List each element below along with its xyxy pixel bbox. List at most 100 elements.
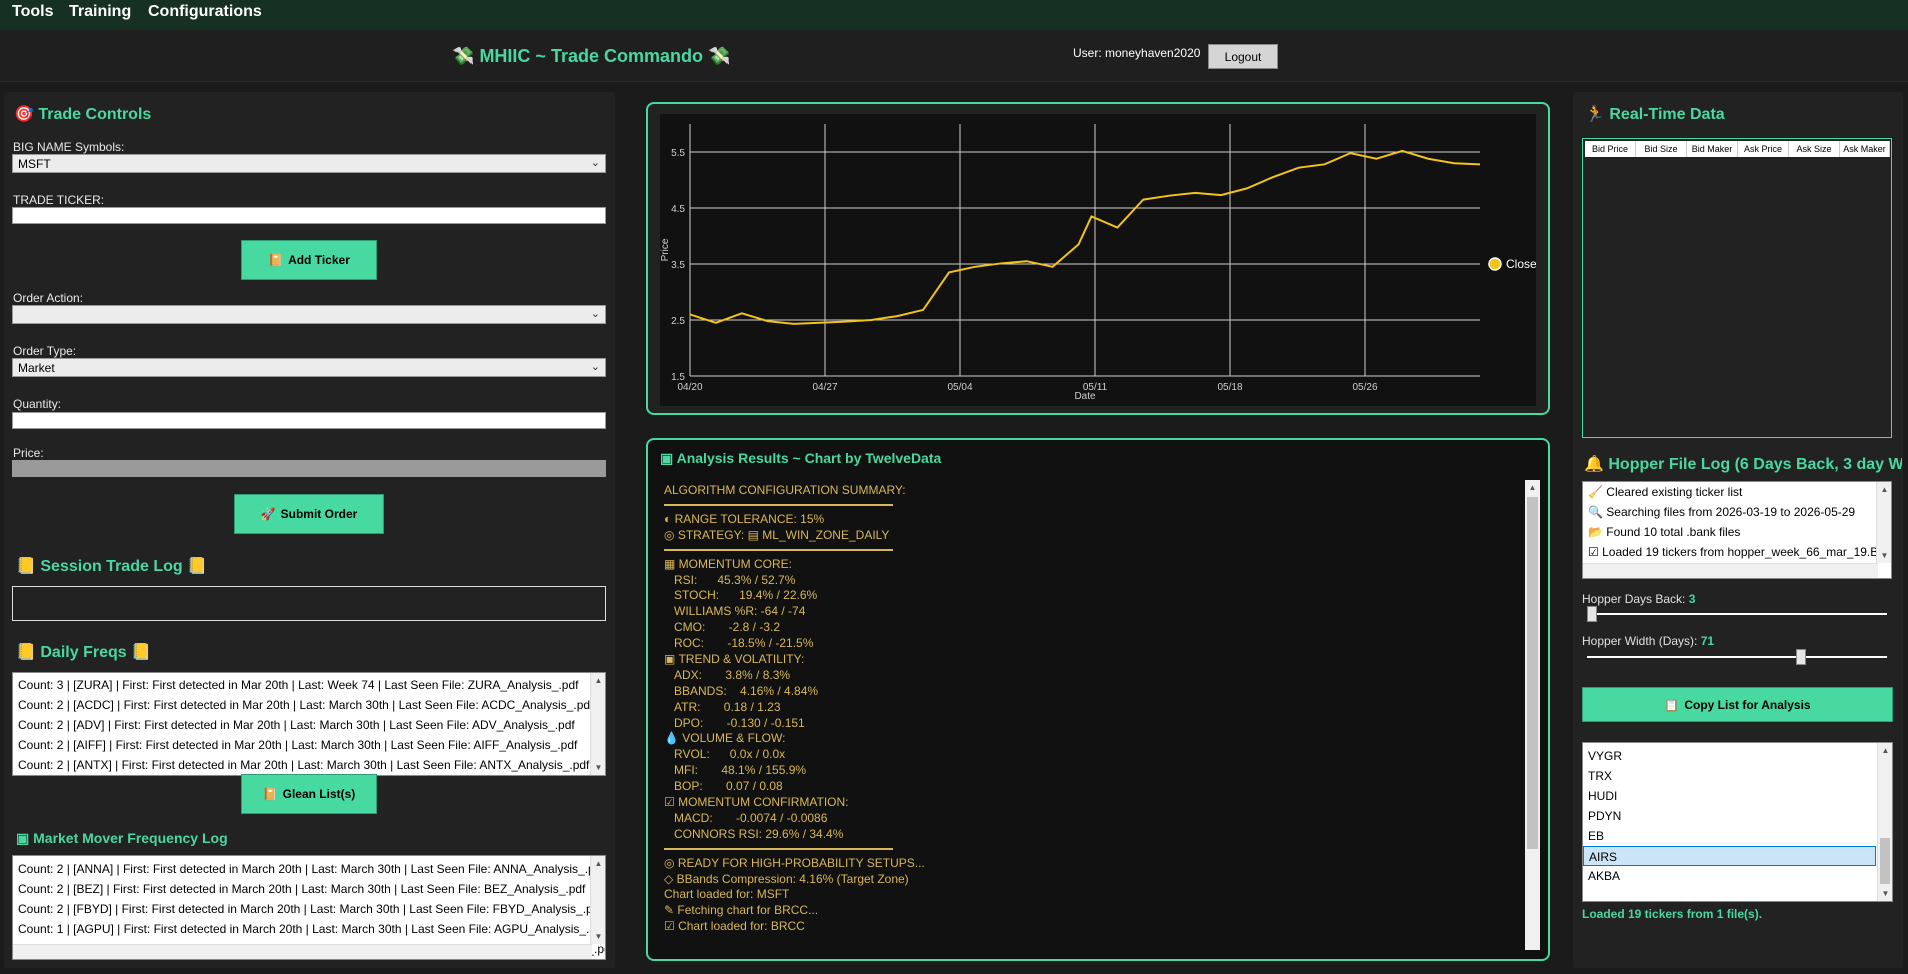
- order-type-select[interactable]: Market ⌄: [12, 358, 606, 377]
- rocket-icon: 🚀: [260, 507, 276, 521]
- slider-handle[interactable]: [1795, 649, 1806, 665]
- trend-vol-header: ▣ TREND & VOLATILITY:: [664, 652, 1514, 668]
- logout-button[interactable]: Logout: [1208, 44, 1278, 69]
- folder-icon: 📂: [1588, 525, 1607, 539]
- pen-icon: ✎: [664, 903, 678, 918]
- realtime-table[interactable]: Bid Price Bid Size Bid Maker Ask Price A…: [1582, 138, 1892, 438]
- session-log-box[interactable]: [12, 586, 606, 621]
- list-item[interactable]: Count: 3 | [ZURA] | First: First detecte…: [13, 675, 605, 695]
- scroll-down-icon[interactable]: ▼: [1877, 548, 1891, 563]
- analysis-output: ALGORITHM CONFIGURATION SUMMARY: ◐ RANGE…: [664, 483, 1514, 935]
- runner-icon: 🏃: [1585, 106, 1605, 123]
- log-line: 📂 Found 10 total .bank files: [1583, 522, 1891, 542]
- column-header[interactable]: Ask Price: [1738, 141, 1789, 157]
- market-mover-title-text: Market Mover Frequency Log: [33, 830, 228, 846]
- analysis-scrollbar[interactable]: ▲: [1525, 480, 1540, 950]
- log-text: Searching files from 2026-03-19 to 2026-…: [1606, 505, 1856, 519]
- droplet-icon: 💧: [664, 731, 683, 746]
- adx-line: ADX: 3.8% / 8.3%: [674, 667, 791, 682]
- scroll-up-icon[interactable]: ▲: [591, 856, 605, 871]
- list-item[interactable]: Count: 2 | [AIFF] | First: First detecte…: [13, 735, 605, 755]
- target-icon: ◎: [664, 527, 678, 542]
- ticker-item-selected[interactable]: AIRS: [1583, 846, 1876, 866]
- realtime-title: 🏃 Real-Time Data: [1585, 104, 1725, 124]
- menu-training[interactable]: Training: [69, 3, 131, 21]
- ticker-item[interactable]: TRX: [1583, 766, 1892, 786]
- order-action-select[interactable]: ⌄: [12, 305, 606, 324]
- menu-configurations[interactable]: Configurations: [148, 3, 262, 21]
- glean-list-button[interactable]: 📔 Glean List(s): [241, 774, 377, 814]
- horizontal-scrollbar[interactable]: [13, 944, 592, 959]
- menu-tools[interactable]: Tools: [12, 3, 53, 21]
- app-header: 💸 MHIIC ~ Trade Commando 💸 User: moneyha…: [0, 30, 1908, 82]
- connors-line: CONNORS RSI: 29.6% / 34.4%: [674, 826, 844, 841]
- column-header[interactable]: Bid Price: [1585, 141, 1636, 157]
- diamond-icon: ◇: [664, 871, 677, 886]
- list-item[interactable]: Count: 2 | [ANNA] | First: First detecte…: [13, 859, 605, 879]
- width-value: 71: [1700, 634, 1715, 648]
- horizontal-scrollbar[interactable]: [1583, 563, 1878, 578]
- scroll-down-icon[interactable]: ▼: [591, 760, 605, 775]
- trade-ticker-input[interactable]: [12, 207, 606, 224]
- big-name-label: BIG NAME Symbols:: [13, 140, 125, 154]
- analysis-title-text: Analysis Results ~ Chart by TwelveData: [676, 450, 942, 466]
- scrollbar[interactable]: ▲ ▼: [1877, 743, 1892, 901]
- ticker-item[interactable]: AKBA: [1583, 866, 1892, 886]
- daily-freqs-list[interactable]: Count: 3 | [ZURA] | First: First detecte…: [12, 672, 606, 776]
- add-ticker-button[interactable]: 📔 Add Ticker: [241, 240, 377, 280]
- trade-controls-title-text: Trade Controls: [38, 106, 152, 123]
- scrollbar[interactable]: ▲ ▼: [590, 856, 605, 944]
- width-label: Hopper Width (Days): 71: [1582, 634, 1714, 648]
- list-item[interactable]: Count: 2 | [ANTX] | First: First detecte…: [13, 755, 605, 775]
- scroll-down-icon[interactable]: ▼: [1878, 886, 1892, 901]
- analysis-title: ▣ Analysis Results ~ Chart by TwelveData: [660, 450, 941, 467]
- ticker-item[interactable]: VYGR: [1583, 746, 1892, 766]
- quantity-label: Quantity:: [13, 397, 62, 411]
- ticker-list[interactable]: VYGR TRX HUDI PDYN EB AIRS AKBA ▲ ▼: [1582, 742, 1893, 902]
- market-mover-list[interactable]: Count: 2 | [ANNA] | First: First detecte…: [12, 855, 606, 960]
- momentum-core-header: ▦ MOMENTUM CORE:: [664, 557, 1514, 573]
- chevron-down-icon: ⌄: [590, 157, 600, 169]
- scroll-up-icon[interactable]: ▲: [1877, 482, 1891, 497]
- log-line: 🔍 Searching files from 2026-03-19 to 202…: [1583, 502, 1891, 522]
- scroll-thumb[interactable]: [1880, 838, 1890, 884]
- column-header[interactable]: Bid Maker: [1687, 141, 1738, 157]
- list-item[interactable]: Count: 2 | [ACDC] | First: First detecte…: [13, 695, 605, 715]
- bar-chart-icon: ▣: [664, 652, 679, 667]
- scroll-up-icon[interactable]: ▲: [1878, 743, 1892, 758]
- x-tick-label: 04/27: [812, 382, 837, 393]
- width-slider[interactable]: [1587, 649, 1887, 665]
- ticker-item[interactable]: HUDI: [1583, 786, 1892, 806]
- scroll-down-icon[interactable]: ▼: [591, 929, 605, 944]
- days-back-slider[interactable]: [1587, 606, 1887, 622]
- list-item[interactable]: Count: 2 | [BEZ] | First: First detected…: [13, 879, 605, 899]
- copy-list-button[interactable]: 📋 Copy List for Analysis: [1582, 687, 1893, 722]
- bell-icon: 🔔: [1584, 456, 1604, 473]
- ready-line: ◎ READY FOR HIGH-PROBABILITY SETUPS...: [664, 856, 1514, 872]
- ticker-item[interactable]: EB: [1583, 826, 1892, 846]
- price-input[interactable]: [12, 460, 606, 477]
- slider-handle[interactable]: [1587, 606, 1597, 622]
- price-chart[interactable]: 1.52.53.54.55.504/20 04/27 05/04 05/11 05/18…: [660, 114, 1537, 406]
- column-header[interactable]: Bid Size: [1636, 141, 1687, 157]
- list-item[interactable]: Count: 1 | [AGPU] | First: First detecte…: [13, 919, 605, 939]
- submit-order-button[interactable]: 🚀 Submit Order: [234, 494, 384, 534]
- scroll-thumb[interactable]: [1527, 497, 1538, 849]
- chart-loaded-brcc-text: Chart loaded for: BRCC: [678, 919, 805, 934]
- hopper-log-list[interactable]: 🧹 Cleared existing ticker list 🔍 Searchi…: [1582, 481, 1892, 579]
- list-item[interactable]: Count: 2 | [ADV] | First: First detected…: [13, 715, 605, 735]
- quantity-input[interactable]: [12, 412, 606, 429]
- scroll-up-icon[interactable]: ▲: [1525, 480, 1540, 495]
- scroll-up-icon[interactable]: ▲: [591, 673, 605, 688]
- glean-list-label: Glean List(s): [282, 787, 356, 801]
- column-header[interactable]: Ask Maker: [1840, 141, 1890, 157]
- column-header[interactable]: Ask Size: [1789, 141, 1840, 157]
- big-name-select[interactable]: MSFT ⌄: [12, 154, 606, 173]
- scrollbar[interactable]: ▲ ▼: [1876, 482, 1891, 563]
- ticker-item[interactable]: PDYN: [1583, 806, 1892, 826]
- rvol-line: RVOL: 0.0x / 0.0x: [674, 747, 786, 762]
- scrollbar[interactable]: ▲ ▼: [590, 673, 605, 775]
- money-wings-icon: 💸: [708, 46, 731, 66]
- atr-line: ATR: 0.18 / 1.23: [674, 699, 781, 714]
- list-item[interactable]: Count: 2 | [FBYD] | First: First detecte…: [13, 899, 605, 919]
